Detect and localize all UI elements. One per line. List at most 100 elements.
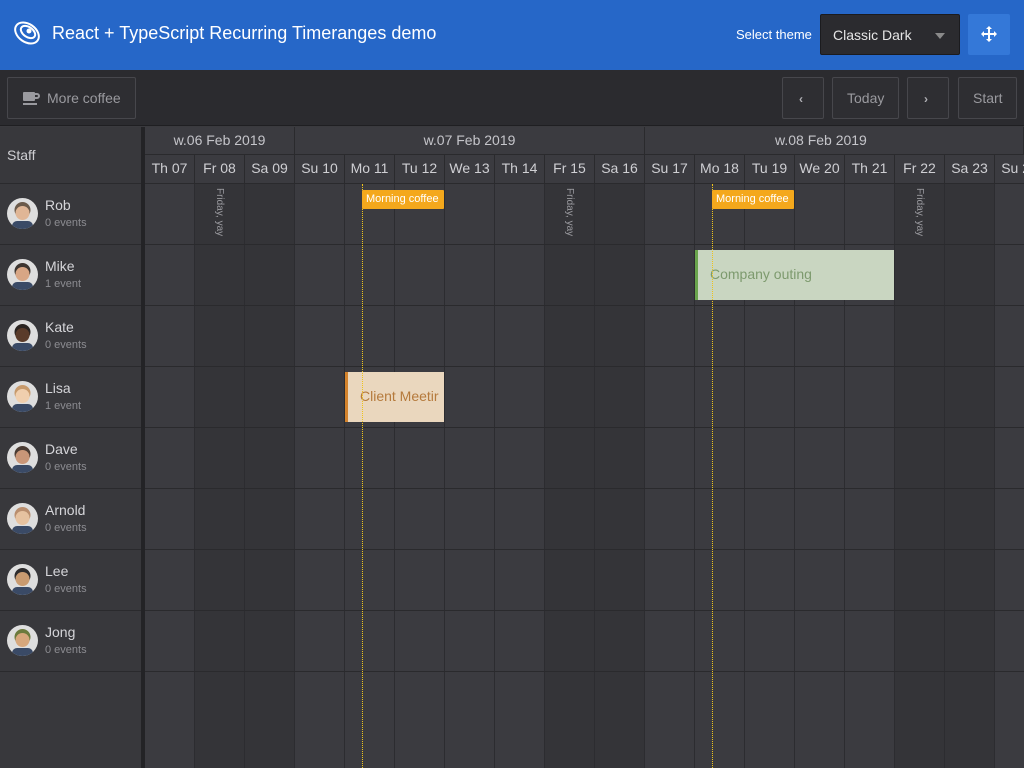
avatar [7, 625, 38, 656]
day-header-cell: Fr 08 [195, 155, 245, 184]
friday-label-text: Friday, yay [214, 188, 225, 237]
day-column [295, 184, 345, 768]
chevron-left-icon: ‹ [799, 92, 803, 106]
day-header-cell: Fr 22 [895, 155, 945, 184]
day-header-cell: Su 10 [295, 155, 345, 184]
staff-event-count: 0 events [45, 522, 87, 534]
row-separator [145, 244, 1024, 245]
staff-column: Staff Rob 0 events Mike 1 event Kate 0 events… [0, 127, 141, 768]
coffee-cup-icon [23, 92, 40, 105]
staff-event-count: 0 events [45, 217, 87, 229]
staff-row[interactable]: Mike 1 event [0, 245, 141, 306]
day-column [945, 184, 995, 768]
day-column [345, 184, 395, 768]
day-column [995, 184, 1024, 768]
staff-name: Lisa [45, 380, 71, 396]
staff-row[interactable]: Dave 0 events [0, 428, 141, 489]
staff-header-label: Staff [7, 147, 36, 163]
staff-row[interactable]: Kate 0 events [0, 306, 141, 367]
day-header-cell: Mo 18 [695, 155, 745, 184]
start-button[interactable]: Start [958, 77, 1017, 119]
day-column [245, 184, 295, 768]
day-column [145, 184, 195, 768]
morning-coffee-line [362, 184, 363, 768]
start-label: Start [973, 90, 1003, 106]
staff-row[interactable]: Lee 0 events [0, 550, 141, 611]
staff-row[interactable]: Rob 0 events [0, 184, 141, 245]
day-header-cell: Th 14 [495, 155, 545, 184]
avatar [7, 442, 38, 473]
more-coffee-button[interactable]: More coffee [7, 77, 136, 119]
schedule-body[interactable]: Company outing Client Meetir Friday, yay… [145, 184, 1024, 768]
staff-name: Dave [45, 441, 78, 457]
theme-select[interactable]: Classic Dark [820, 14, 960, 55]
friday-label-text: Friday, yay [914, 188, 925, 237]
week-header-row: w.06 Feb 2019 w.07 Feb 2019 w.08 Feb 2019 [145, 127, 1024, 155]
event-client-meeting[interactable]: Client Meetir [345, 372, 444, 422]
row-separator [145, 488, 1024, 489]
staff-column-header[interactable]: Staff [0, 127, 141, 184]
recurring-friday-label: Friday, yay [545, 188, 595, 242]
day-column [495, 184, 545, 768]
morning-coffee-label: Morning coffee [712, 190, 794, 209]
toolbar: More coffee ‹ Today › Start [0, 70, 1024, 126]
day-header-cell: Sa 16 [595, 155, 645, 184]
day-column [395, 184, 445, 768]
day-header-cell: Th 21 [845, 155, 895, 184]
staff-event-count: 0 events [45, 644, 87, 656]
staff-event-count: 1 event [45, 278, 82, 290]
avatar [7, 564, 38, 595]
event-company-outing[interactable]: Company outing [695, 250, 894, 300]
app-title: React + TypeScript Recurring Timeranges … [52, 23, 437, 43]
previous-button[interactable]: ‹ [782, 77, 824, 119]
day-column [545, 184, 595, 768]
more-coffee-label: More coffee [47, 90, 121, 106]
recurring-friday-label: Friday, yay [895, 188, 945, 242]
staff-event-count: 0 events [45, 461, 87, 473]
day-header-cell: Th 07 [145, 155, 195, 184]
staff-name: Arnold [45, 502, 86, 518]
day-header-row: Th 07 Fr 08 Sa 09 Su 10 Mo 11 Tu 12 We 13 Th 14… [145, 155, 1024, 184]
chevron-right-icon: › [924, 92, 928, 106]
staff-row[interactable]: Arnold 0 events [0, 489, 141, 550]
avatar [7, 320, 38, 351]
day-header-cell: Fr 15 [545, 155, 595, 184]
avatar [7, 381, 38, 412]
app-header: React + TypeScript Recurring Timeranges … [0, 0, 1024, 70]
row-separator [145, 671, 1024, 672]
today-label: Today [847, 90, 885, 106]
day-column [195, 184, 245, 768]
staff-name: Rob [45, 197, 71, 213]
move-arrows-icon [981, 26, 997, 42]
avatar [7, 259, 38, 290]
next-button[interactable]: › [907, 77, 949, 119]
day-column [895, 184, 945, 768]
staff-row[interactable]: Jong 0 events [0, 611, 141, 672]
week-header-cell: w.06 Feb 2019 [145, 127, 295, 155]
week-header-cell: w.07 Feb 2019 [295, 127, 645, 155]
day-header-cell: Sa 09 [245, 155, 295, 184]
avatar [7, 198, 38, 229]
day-header-cell: Sa 23 [945, 155, 995, 184]
fullscreen-button[interactable] [968, 14, 1010, 55]
staff-event-count: 0 events [45, 583, 87, 595]
today-button[interactable]: Today [832, 77, 899, 119]
row-separator [145, 549, 1024, 550]
staff-row[interactable]: Lisa 1 event [0, 367, 141, 428]
row-separator [145, 366, 1024, 367]
day-column [595, 184, 645, 768]
staff-name: Mike [45, 258, 75, 274]
timeline: w.06 Feb 2019 w.07 Feb 2019 w.08 Feb 2019 … [145, 127, 1024, 768]
theme-select-value: Classic Dark [833, 27, 912, 43]
row-separator [145, 610, 1024, 611]
theme-label: Select theme [736, 27, 812, 42]
week-header-cell: w.08 Feb 2019 [645, 127, 1024, 155]
day-header-cell: Su 24 [995, 155, 1024, 184]
day-header-cell: Tu 12 [395, 155, 445, 184]
day-column [645, 184, 695, 768]
staff-name: Kate [45, 319, 74, 335]
morning-coffee-line [712, 184, 713, 768]
row-separator [145, 427, 1024, 428]
morning-coffee-label: Morning coffee [362, 190, 444, 209]
staff-event-count: 0 events [45, 339, 87, 351]
